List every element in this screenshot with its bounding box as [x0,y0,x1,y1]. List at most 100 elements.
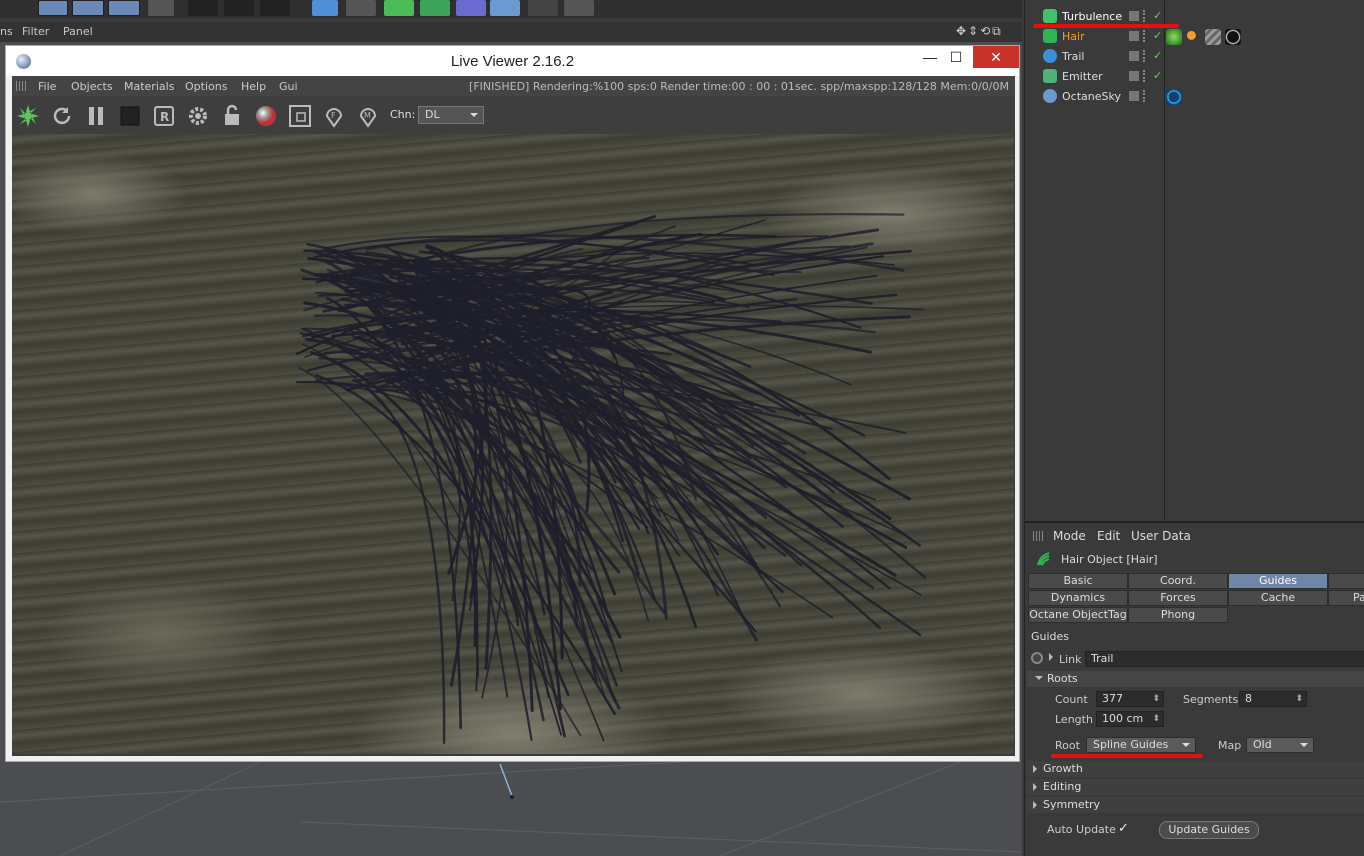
menu-item-filter[interactable]: Filter [22,25,49,38]
link-expand-icon[interactable] [1049,653,1057,661]
object-name[interactable]: Emitter [1062,70,1103,83]
tab-octane-objecttag[interactable]: Octane ObjectTag [1028,607,1128,623]
object-row-emitter[interactable]: Emitter ✓ [1025,67,1364,87]
auto-update-checkbox[interactable]: ✓ [1118,821,1129,836]
tab-blank[interactable] [1328,573,1364,589]
clay-mode-icon[interactable] [288,104,312,128]
minimize-button[interactable]: — [919,46,941,68]
render-picture-viewer-button[interactable] [224,0,254,16]
update-guides-button[interactable]: Update Guides [1159,821,1259,839]
section-growth[interactable]: Growth [1027,761,1364,777]
environment-tag-icon[interactable] [1166,89,1182,105]
menu-file[interactable]: File [38,80,56,93]
axis-z-button[interactable] [108,0,140,16]
stop-icon[interactable] [118,104,142,128]
maximize-button[interactable]: ☐ [945,46,967,68]
octane-logo-icon[interactable] [16,104,40,128]
live-viewer-titlebar[interactable]: Live Viewer 2.16.2 — ☐ ✕ [6,46,1019,76]
svg-text:F: F [331,111,336,120]
map-dropdown[interactable]: Old [1246,737,1314,753]
object-name[interactable]: Hair [1062,30,1085,43]
particle-tag-icon[interactable] [1185,29,1201,45]
menu-help[interactable]: Help [241,80,266,93]
menu-item-ns[interactable]: ns [0,25,13,38]
deformer-icon[interactable] [456,0,486,16]
enabled-check-icon[interactable]: ✓ [1153,49,1162,62]
tab-guides[interactable]: Guides [1228,573,1328,589]
octane-material-tag-icon[interactable] [1225,29,1241,45]
section-symmetry[interactable]: Symmetry [1027,797,1364,813]
region-render-icon[interactable]: R [152,104,176,128]
light-icon[interactable] [564,0,594,16]
section-editing[interactable]: Editing [1027,779,1364,795]
restart-render-icon[interactable] [50,104,74,128]
menu-mode[interactable]: Mode [1053,529,1086,543]
axis-y-button[interactable] [72,0,104,16]
root-dropdown[interactable]: Spline Guides [1086,737,1196,753]
render-output[interactable] [12,134,1014,754]
visibility-icon[interactable] [1129,51,1139,61]
segments-field[interactable]: 8 [1239,691,1307,707]
floor-icon[interactable] [490,0,520,16]
tab-basic[interactable]: Basic [1028,573,1128,589]
enabled-check-icon[interactable]: ✓ [1153,9,1162,22]
layer-dots-icon[interactable] [1143,30,1146,42]
camera-icon[interactable] [528,0,558,16]
length-label: Length [1055,713,1093,726]
enabled-check-icon[interactable]: ✓ [1153,29,1162,42]
tab-cache[interactable]: Cache [1228,590,1328,606]
layer-dots-icon[interactable] [1143,50,1146,62]
object-row-trail[interactable]: Trail ✓ [1025,47,1364,67]
visibility-icon[interactable] [1129,11,1139,21]
cube-icon[interactable] [312,0,338,16]
layer-dots-icon[interactable] [1143,90,1146,102]
enabled-check-icon[interactable]: ✓ [1153,69,1162,82]
hair-material-tag-icon[interactable] [1205,29,1221,45]
length-field[interactable]: 100 cm [1096,711,1164,727]
tab-phong[interactable]: Phong [1128,607,1228,623]
count-field[interactable]: 377 [1096,691,1164,707]
menu-gui[interactable]: Gui [279,80,298,93]
menu-item-panel[interactable]: Panel [63,25,93,38]
dynamics-tag-icon[interactable] [1166,29,1182,45]
menu-materials[interactable]: Materials [124,80,174,93]
visibility-icon[interactable] [1129,31,1139,41]
menu-options[interactable]: Options [185,80,227,93]
visibility-icon[interactable] [1129,71,1139,81]
object-row-octanesky[interactable]: OctaneSky [1025,87,1364,107]
tab-dynamics[interactable]: Dynamics [1028,590,1128,606]
menu-user-data[interactable]: User Data [1131,529,1191,543]
render-view-button[interactable] [188,0,218,16]
object-name[interactable]: Trail [1062,50,1084,63]
channel-select[interactable]: DL [418,106,484,124]
axis-x-button[interactable] [38,0,68,16]
settings-gear-icon[interactable] [186,104,210,128]
live-viewer-window[interactable]: Live Viewer 2.16.2 — ☐ ✕ File Objects Ma… [5,45,1020,762]
material-ball-icon[interactable] [254,104,278,128]
object-name[interactable]: OctaneSky [1062,90,1121,103]
link-radio-icon[interactable] [1031,652,1043,664]
visibility-icon[interactable] [1129,91,1139,101]
roots-group-header[interactable]: Roots [1027,671,1364,687]
coordinate-system-button[interactable] [148,0,174,16]
viewport-navigation-icons[interactable]: ✥⇕⟲⧉ [956,24,1018,38]
pause-icon[interactable] [84,104,108,128]
object-name[interactable]: Turbulence [1062,10,1122,23]
cloner-icon[interactable] [420,0,450,16]
tab-coord[interactable]: Coord. [1128,573,1228,589]
focus-picker-icon[interactable]: F [322,104,346,128]
lock-icon[interactable] [220,104,244,128]
layer-dots-icon[interactable] [1143,10,1146,22]
tab-pa[interactable]: Pa [1328,590,1364,606]
tab-forces[interactable]: Forces [1128,590,1228,606]
subdivision-icon[interactable] [384,0,414,16]
object-row-hair[interactable]: Hair ✓ [1025,27,1364,47]
layer-dots-icon[interactable] [1143,70,1146,82]
close-button[interactable]: ✕ [973,46,1019,68]
menu-objects[interactable]: Objects [71,80,113,93]
material-picker-icon[interactable]: M [356,104,380,128]
link-field[interactable]: Trail [1085,651,1364,667]
spline-pen-icon[interactable] [346,0,376,16]
menu-edit[interactable]: Edit [1097,529,1120,543]
render-settings-button[interactable] [260,0,290,16]
